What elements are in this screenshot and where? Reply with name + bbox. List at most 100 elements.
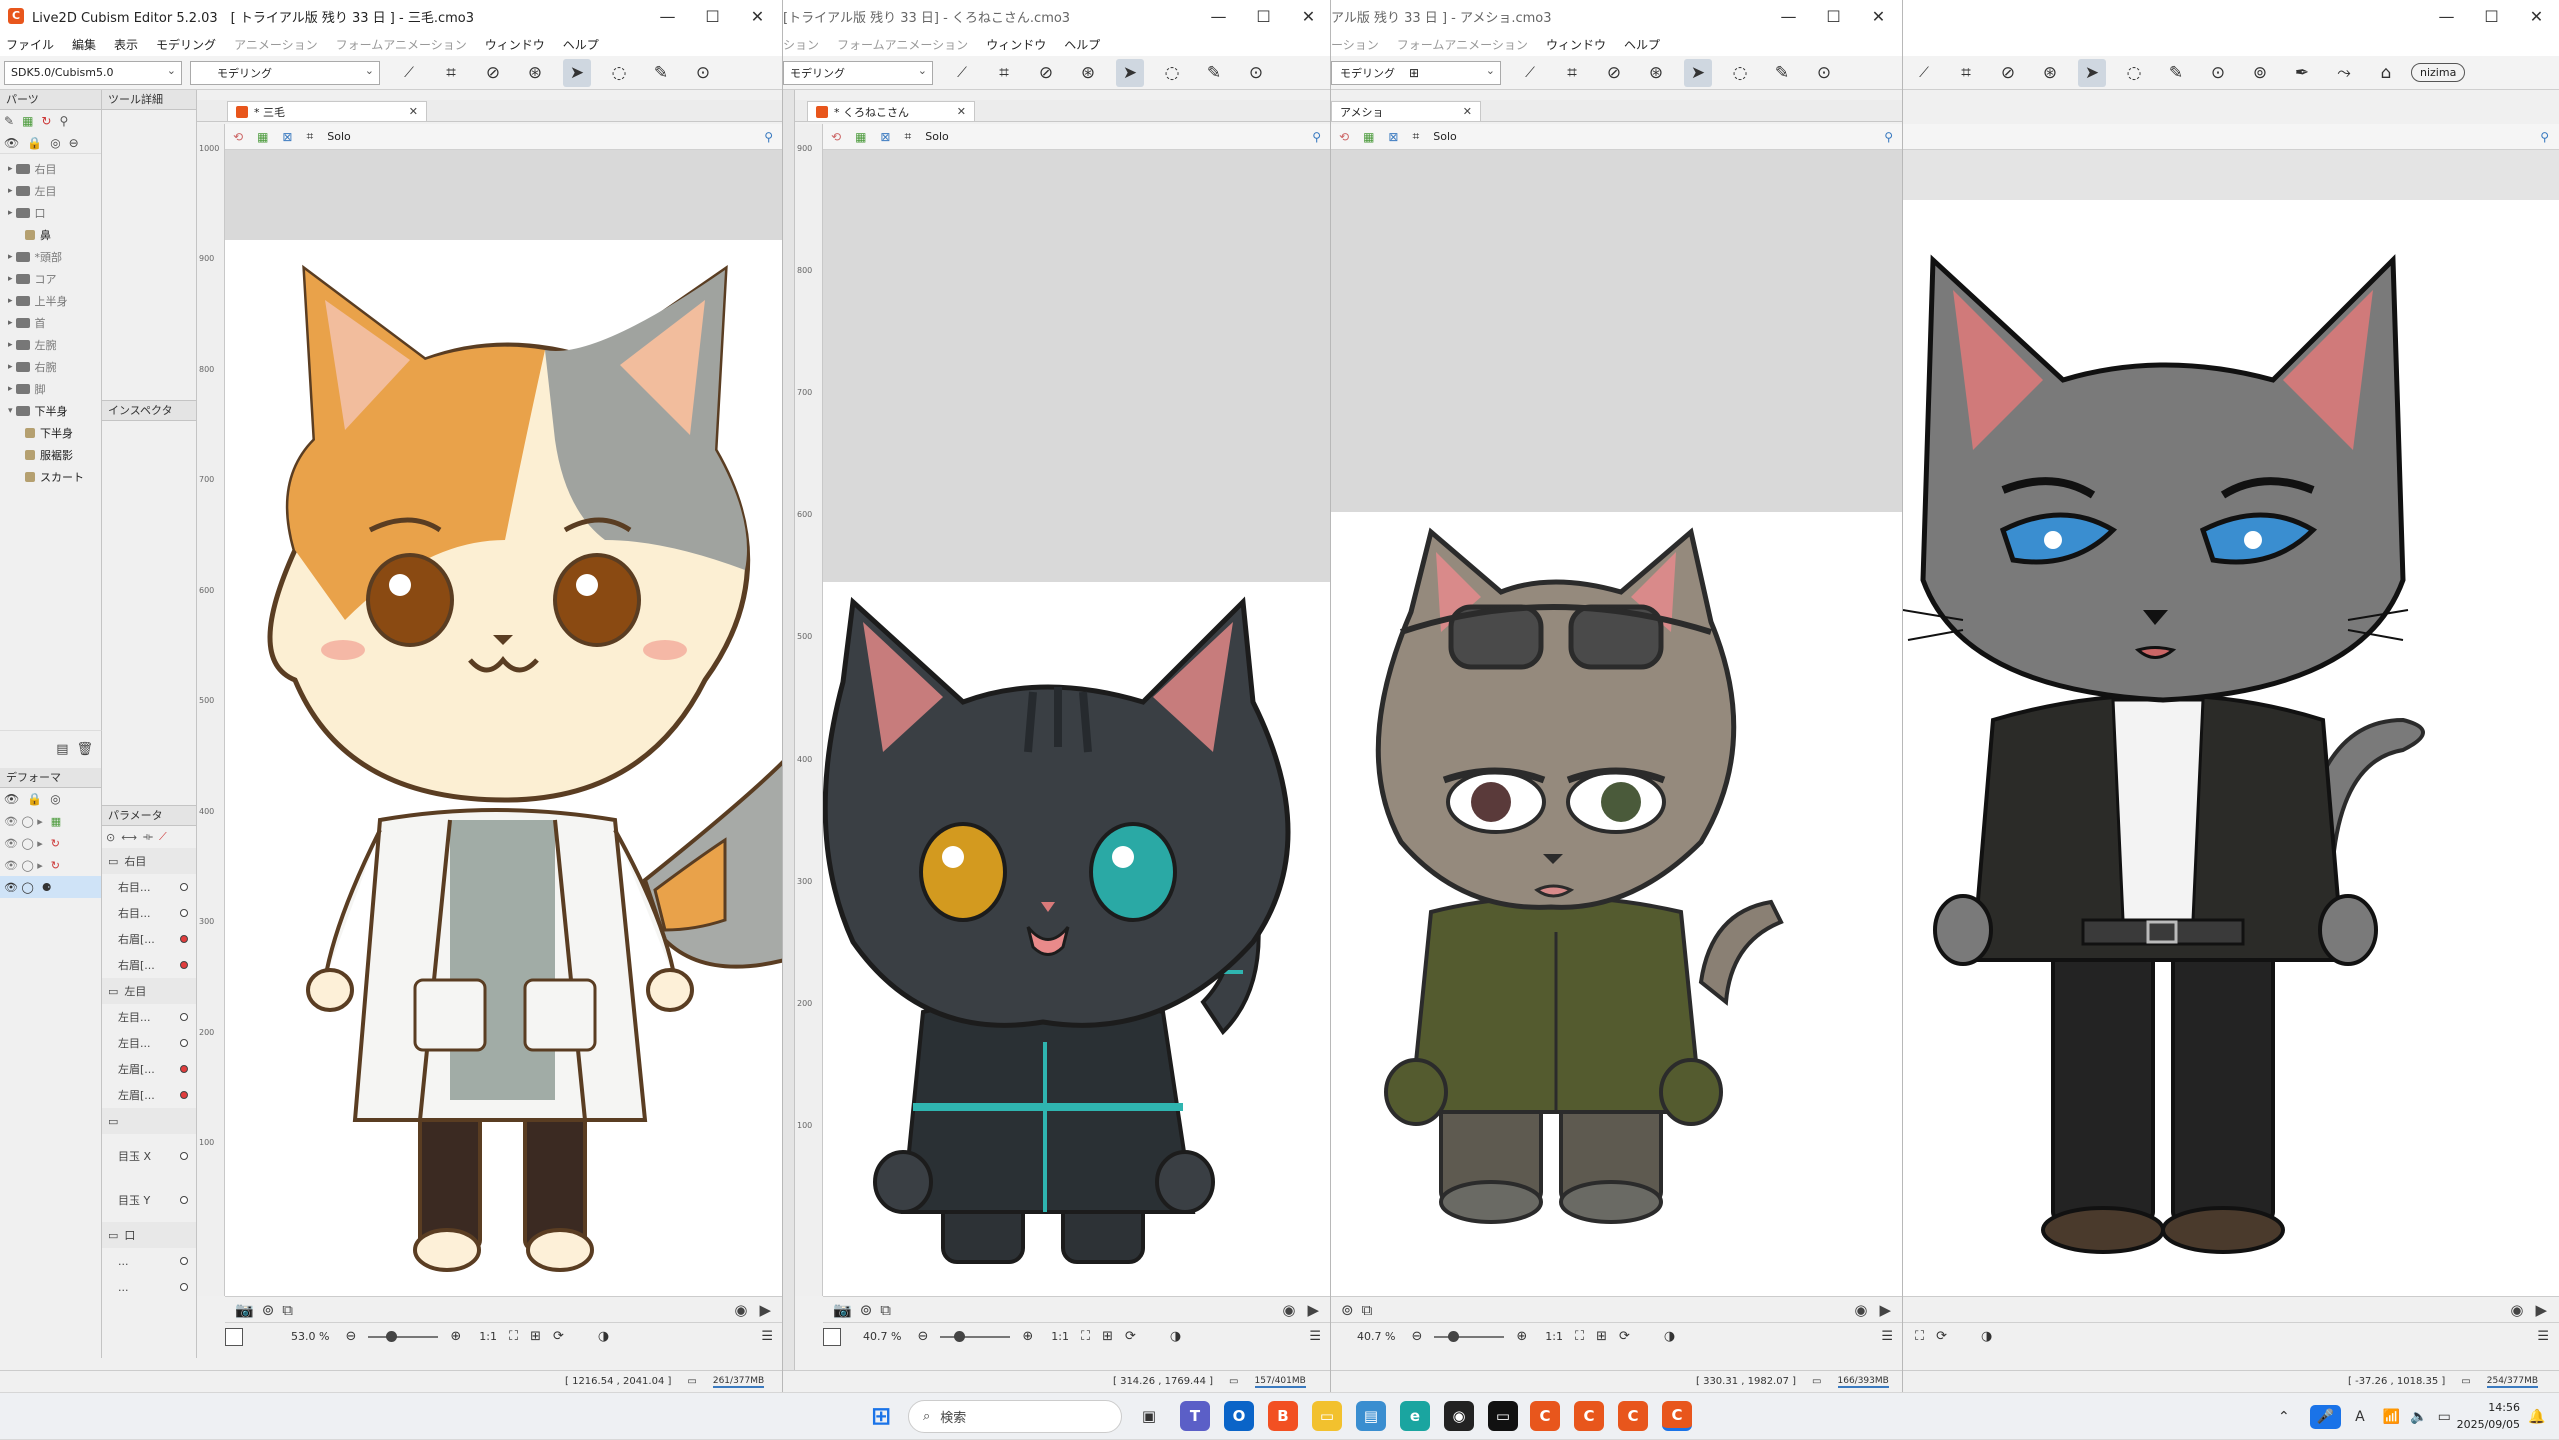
pin-view-icon[interactable]: ⚲ — [2540, 130, 2549, 144]
parameter-item[interactable]: 左目... — [102, 1004, 196, 1030]
parts-tree-item[interactable]: ▸ 首 — [8, 312, 101, 334]
outlook-icon[interactable]: O — [1224, 1401, 1254, 1431]
mesh-edit-icon[interactable]: ⌗ — [1952, 59, 1980, 87]
chevron-right-icon[interactable]: ▸ — [8, 340, 13, 350]
parameter-item[interactable]: ... — [102, 1248, 196, 1274]
mesh-visible-icon[interactable]: ⟲ — [831, 130, 841, 144]
deform-path-icon[interactable]: ⊘ — [1994, 59, 2022, 87]
lasso-icon[interactable]: ◌ — [1726, 59, 1754, 87]
mode-select[interactable]: モデリング ⊞ — [1331, 60, 1501, 85]
parts-tree-item[interactable]: スカート — [8, 466, 101, 488]
play-icon[interactable]: ▶ — [2535, 1301, 2547, 1319]
panel-menu-icon[interactable]: ☰ — [761, 1329, 773, 1344]
solo-toggle[interactable]: Solo — [327, 130, 351, 143]
grid-toggle-icon[interactable]: ⌗ — [306, 129, 313, 144]
terminal-icon[interactable]: ▭ — [1488, 1401, 1518, 1431]
auto-mesh-icon[interactable]: ⟋ — [1910, 59, 1938, 87]
wifi-icon[interactable]: 📶 — [2383, 1409, 2400, 1425]
parameter-item[interactable]: 右眉[... — [102, 926, 196, 952]
menu-help[interactable]: ヘルプ — [1064, 36, 1100, 53]
zoom-slider[interactable] — [368, 1330, 439, 1342]
auto-mesh-icon[interactable]: ⟋ — [1516, 59, 1544, 87]
deform-brush-icon[interactable]: ⊙ — [1810, 59, 1838, 87]
home-icon[interactable]: ⌂ — [2372, 59, 2400, 87]
mesh-edit-icon[interactable]: ⌗ — [990, 59, 1018, 87]
github-icon[interactable]: ◉ — [1444, 1401, 1474, 1431]
chevron-up-icon[interactable]: ⌃ — [2278, 1409, 2290, 1425]
parts-tree-item[interactable]: ▸ 脚 — [8, 378, 101, 400]
fit-icon[interactable]: ⛶ — [1915, 1329, 1924, 1344]
menu-animation[interactable]: ーション — [1331, 36, 1379, 53]
deform-path-icon[interactable]: ⊘ — [1600, 59, 1628, 87]
grid-view-icon[interactable]: ⊞ — [530, 1329, 541, 1344]
glue-icon[interactable]: ⊛ — [2036, 59, 2064, 87]
nizima-button[interactable]: nizima — [2411, 63, 2466, 82]
deformer-row[interactable]: 👁 ◯ ▸ ↻ — [0, 832, 101, 854]
ratio-button[interactable]: 1:1 — [1051, 1330, 1069, 1343]
zoom-in-icon[interactable]: ⊕ — [450, 1329, 461, 1344]
pin-view-icon[interactable]: ⚲ — [1884, 130, 1893, 144]
rotate-icon[interactable]: ↻ — [41, 114, 51, 128]
deformer-visible-icon[interactable]: ▦ — [1363, 130, 1374, 144]
keyform-dot-icon[interactable] — [180, 883, 188, 891]
grid-view-icon[interactable]: ⊞ — [1596, 1329, 1607, 1344]
lasso-icon[interactable]: ◌ — [2120, 59, 2148, 87]
parameter-item[interactable]: 左目... — [102, 1030, 196, 1056]
menu-animation[interactable]: ション — [783, 36, 819, 53]
minimize-icon[interactable]: — — [1196, 0, 1241, 32]
pin-view-icon[interactable]: ⚲ — [764, 130, 773, 144]
guide-icon[interactable]: ⊠ — [1388, 130, 1398, 144]
mesh-visible-icon[interactable]: ⟲ — [233, 130, 243, 144]
capture-icon[interactable]: ⧉ — [282, 1301, 293, 1319]
fit-icon[interactable]: ⛶ — [1575, 1329, 1584, 1344]
maximize-icon[interactable]: ☐ — [1811, 0, 1856, 32]
cubism-taskbar-icon[interactable]: C — [1618, 1401, 1648, 1431]
physics-icon[interactable]: ⊚ — [2246, 59, 2274, 87]
deformer-row[interactable]: 👁 ◯ ▸ ▦ — [0, 810, 101, 832]
tab-mike[interactable]: * 三毛 ✕ — [227, 101, 427, 121]
background-color-swatch[interactable] — [225, 1327, 243, 1346]
parts-tree-item[interactable]: ▸ 左目 — [8, 180, 101, 202]
maximize-icon[interactable]: ☐ — [690, 0, 735, 32]
mode-select[interactable]: モデリング — [783, 60, 933, 85]
keyform-dot-icon[interactable] — [180, 1152, 188, 1160]
close-icon[interactable]: ✕ — [2514, 0, 2559, 32]
menu-form-animation[interactable]: フォームアニメーション — [336, 36, 467, 53]
parameter-item[interactable]: 目玉 Y — [102, 1178, 196, 1222]
edge-icon[interactable]: e — [1400, 1401, 1430, 1431]
panel-splitter[interactable] — [783, 90, 795, 1370]
chevron-right-icon[interactable]: ▸ — [8, 252, 13, 262]
deformer-eye-icon[interactable]: 👁 — [4, 792, 19, 806]
arrow-select-icon[interactable]: ➤ — [563, 58, 591, 87]
chevron-right-icon[interactable]: ▸ — [8, 318, 13, 328]
quality-icon[interactable]: ◉ — [2510, 1301, 2523, 1319]
minimize-icon[interactable]: — — [645, 0, 690, 32]
brush-select-icon[interactable]: ✎ — [1200, 59, 1228, 87]
cubism-taskbar-icon[interactable]: C — [1530, 1401, 1560, 1431]
menu-form-animation[interactable]: フォームアニメーション — [837, 36, 968, 53]
parameter-item[interactable]: 目玉 X — [102, 1134, 196, 1178]
ime-indicator[interactable]: A — [2355, 1409, 2365, 1425]
parts-tree-item[interactable]: 下半身 — [8, 422, 101, 444]
maximize-icon[interactable]: ☐ — [1241, 0, 1286, 32]
link-icon[interactable]: ⟷ — [121, 831, 137, 844]
rotate-view-icon[interactable]: ⟳ — [553, 1329, 564, 1344]
chevron-right-icon[interactable]: ▸ — [8, 164, 13, 174]
curve-icon[interactable]: ⟋ — [159, 830, 167, 844]
deform-path-icon[interactable]: ⊘ — [479, 59, 507, 87]
menu-form-animation[interactable]: フォームアニメーション — [1397, 36, 1528, 53]
parts-tree-item[interactable]: ▸ *頭部 — [8, 246, 101, 268]
lasso-icon[interactable]: ◌ — [1158, 59, 1186, 87]
mesh-edit-icon[interactable]: ⌗ — [437, 59, 465, 87]
zoom-in-icon[interactable]: ⊕ — [1516, 1329, 1527, 1344]
chevron-down-icon[interactable]: ▾ — [8, 406, 13, 416]
keyform-dot-icon[interactable] — [180, 935, 188, 943]
zoom-value[interactable]: 40.7 % — [863, 1330, 901, 1343]
photos-icon[interactable]: ▤ — [1356, 1401, 1386, 1431]
quality-icon[interactable]: ◉ — [1854, 1301, 1867, 1319]
zoom-slider[interactable] — [940, 1330, 1011, 1342]
overlay-icon[interactable]: ◑ — [1170, 1329, 1181, 1344]
speaker-icon[interactable]: 🔈 — [2410, 1409, 2427, 1425]
play-icon[interactable]: ▶ — [1307, 1301, 1319, 1319]
close-icon[interactable]: ✕ — [735, 0, 780, 32]
